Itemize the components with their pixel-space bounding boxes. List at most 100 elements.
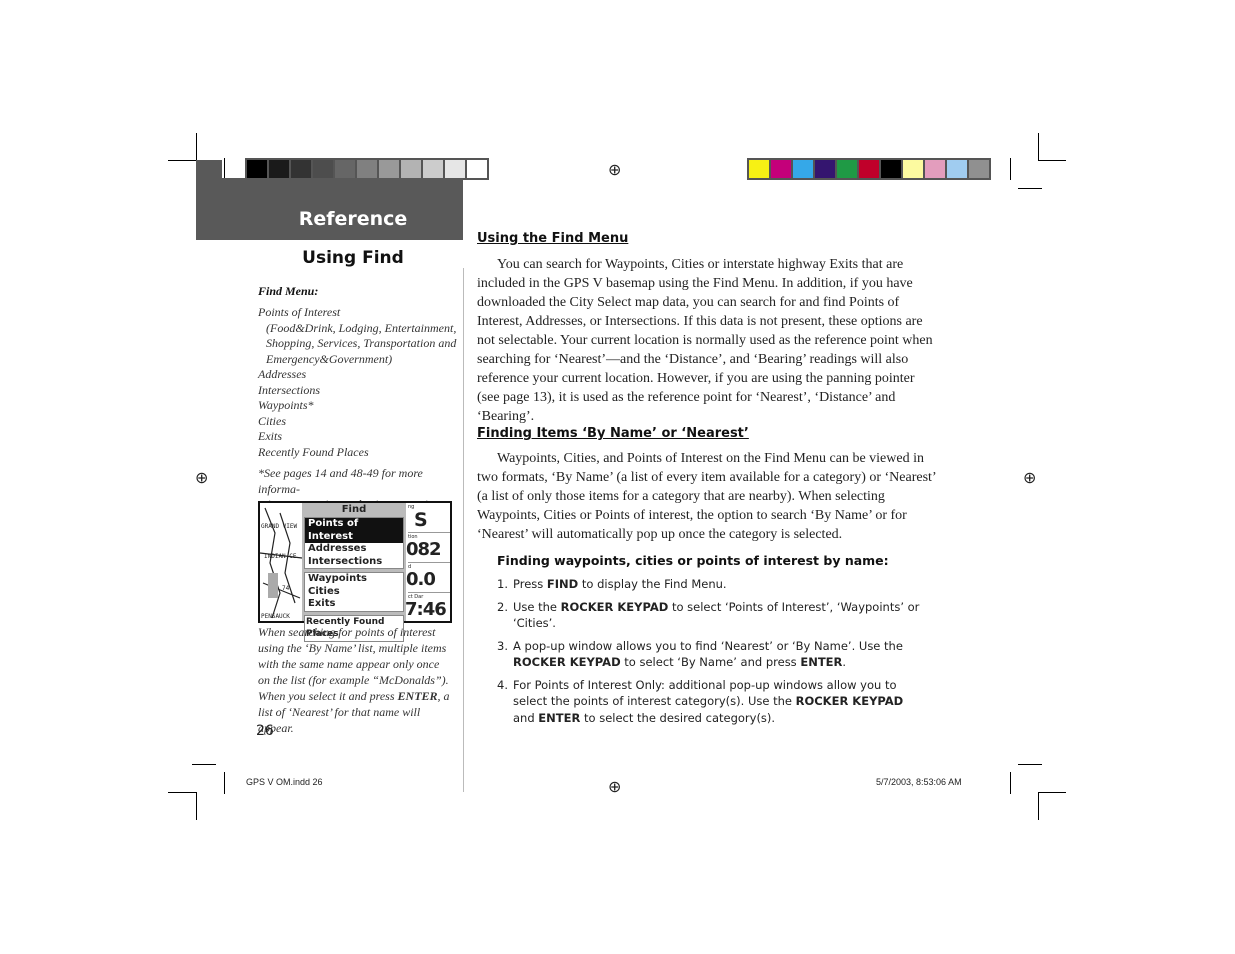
- field-value: 7:46: [405, 599, 447, 620]
- field-value: S: [414, 509, 428, 531]
- color-swatch: [859, 160, 879, 178]
- section-label: Reference: [298, 208, 408, 230]
- field-value: 0.0: [406, 569, 436, 590]
- menu-item-addresses: Addresses: [305, 543, 403, 556]
- color-swatch: [793, 160, 813, 178]
- find-menu-list: Points of Interest (Food&Drink, Lodging,…: [258, 305, 458, 460]
- step-number: 3.: [497, 638, 508, 653]
- step-text-part: to select ‘By Name’ and press: [620, 655, 801, 669]
- section-body: You can search for Waypoints, Cities or …: [477, 257, 933, 424]
- color-swatch: [467, 160, 487, 178]
- procedure-title: Finding waypoints, cities or points of i…: [497, 553, 889, 568]
- color-swatch: [947, 160, 967, 178]
- list-item: Points of Interest: [258, 305, 341, 319]
- caption-key: ENTER: [397, 689, 438, 703]
- list-item: Addresses: [258, 367, 307, 381]
- manual-page: ⊕ ⊕ ⊕ ⊕ Reference Using Find Find Menu: …: [0, 0, 1235, 954]
- list-item: Cities: [258, 413, 287, 428]
- step-text: A pop-up window allows you to find ‘Near…: [513, 638, 927, 671]
- gps-screen-illustration: GRAND VIEW INDIAN CE PENSAUCK 74 Find Po…: [258, 501, 452, 642]
- find-menu-popup: Find Points of Interest Addresses Inters…: [302, 503, 406, 642]
- list-item: Shopping, Services, Transportation and: [266, 336, 457, 350]
- procedure-step: 3. A pop-up window allows you to find ‘Ne…: [497, 638, 927, 671]
- page-number: 26: [256, 723, 274, 739]
- popup-title: Find: [302, 503, 406, 517]
- process-color-bar: [747, 158, 991, 180]
- step-text: Use the ROCKER KEYPAD to select ‘Points …: [513, 599, 927, 632]
- key-name: ROCKER KEYPAD: [795, 694, 904, 708]
- header-tab: [196, 160, 222, 180]
- color-swatch: [903, 160, 923, 178]
- data-fields: ng S tion 082 d 0.0 ct Dar 7:46: [405, 503, 450, 621]
- step-number: 4.: [497, 677, 508, 692]
- menu-item-points-of-interest: Points of Interest: [305, 518, 403, 543]
- step-text: Press FIND to display the Find Menu.: [513, 576, 727, 593]
- color-swatch: [445, 160, 465, 178]
- step-text-part: Use the: [513, 599, 561, 614]
- list-item: Waypoints*: [258, 398, 314, 412]
- field-value: 082: [406, 539, 442, 560]
- map-label: GRAND VIEW: [261, 523, 298, 530]
- registration-mark-icon: ⊕: [608, 162, 622, 179]
- color-swatch: [269, 160, 289, 178]
- key-name: ENTER: [800, 655, 843, 669]
- color-swatch: [357, 160, 377, 178]
- grayscale-color-bar: [245, 158, 489, 180]
- color-swatch: [925, 160, 945, 178]
- step-text-part: .: [842, 655, 847, 669]
- menu-item-waypoints: Waypoints: [305, 573, 403, 586]
- footer-file: GPS V OM.indd 26: [246, 777, 323, 787]
- section-heading: Finding Items ‘By Name’ or ‘Nearest’: [477, 426, 749, 441]
- color-swatch: [401, 160, 421, 178]
- color-swatch: [335, 160, 355, 178]
- step-text-part: to select the desired category(s).: [580, 710, 776, 725]
- step-number: 1.: [497, 577, 508, 591]
- list-item: Intersections: [258, 382, 320, 397]
- color-swatch: [313, 160, 333, 178]
- color-swatch: [749, 160, 769, 178]
- color-swatch: [881, 160, 901, 178]
- footer-timestamp: 5/7/2003, 8:53:06 AM: [876, 777, 962, 787]
- color-swatch: [291, 160, 311, 178]
- map-label: PENSAUCK: [261, 613, 290, 620]
- note-line: *See pages 14 and 48-49 for more informa…: [258, 466, 423, 496]
- menu-item-exits: Exits: [305, 598, 403, 611]
- key-name: ROCKER KEYPAD: [560, 599, 669, 614]
- step-text-part: Press: [513, 577, 547, 591]
- column-divider: [463, 268, 464, 792]
- key-name: ENTER: [538, 710, 581, 725]
- page-title: Using Find: [302, 248, 404, 268]
- list-item: Emergency&Government): [266, 351, 393, 366]
- map-label: INDIAN CE: [264, 553, 297, 560]
- list-item: Recently Found Places: [258, 444, 369, 459]
- key-name: FIND: [546, 577, 579, 591]
- color-swatch: [771, 160, 791, 178]
- registration-mark-icon: ⊕: [1023, 470, 1037, 487]
- procedure-steps: 1. Press FIND to display the Find Menu. 2.…: [497, 576, 927, 732]
- section-heading: Using the Find Menu: [477, 231, 629, 246]
- registration-mark-icon: ⊕: [608, 779, 622, 796]
- step-text-part: A pop-up window allows you to find ‘Near…: [513, 638, 903, 653]
- color-swatch: [837, 160, 857, 178]
- menu-item-intersections: Intersections: [305, 555, 403, 568]
- screen-caption: When searching for points of interest us…: [258, 624, 450, 736]
- procedure-step: 4. For Points of Interest Only: additiona…: [497, 677, 927, 727]
- find-menu-heading: Find Menu:: [258, 284, 319, 298]
- step-number: 2.: [497, 599, 508, 614]
- procedure-step: 2. Use the ROCKER KEYPAD to select ‘Point…: [497, 599, 927, 632]
- section-body: Waypoints, Cities, and Points of Interes…: [477, 451, 936, 542]
- procedure-step: 1. Press FIND to display the Find Menu.: [497, 576, 927, 593]
- list-item: Exits: [258, 429, 282, 443]
- color-swatch: [423, 160, 443, 178]
- map-label: 74: [282, 585, 290, 592]
- color-swatch: [379, 160, 399, 178]
- menu-item-cities: Cities: [305, 585, 403, 598]
- color-swatch: [815, 160, 835, 178]
- step-text: For Points of Interest Only: additional …: [513, 677, 927, 727]
- map-thumbnail: [260, 507, 302, 619]
- registration-mark-icon: ⊕: [195, 470, 209, 487]
- step-text-part: to display the Find Menu.: [578, 577, 727, 591]
- list-item: (Food&Drink, Lodging, Entertainment,: [266, 320, 457, 335]
- color-swatch: [247, 160, 267, 178]
- key-name: ROCKER KEYPAD: [513, 655, 621, 669]
